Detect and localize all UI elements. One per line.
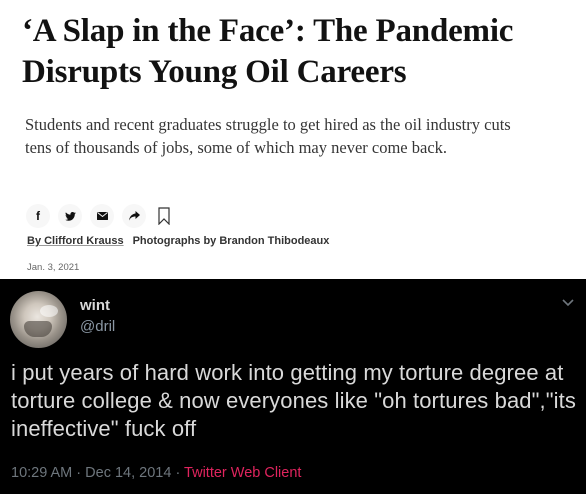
tweet-date[interactable]: Dec 14, 2014 [85,465,171,481]
tweet-handle[interactable]: @dril [80,318,115,335]
meta-separator: · [171,465,185,481]
tweet-time[interactable]: 10:29 AM [11,465,72,481]
tweet-card: wint @dril i put years of hard work into… [0,279,586,494]
tweet-display-name[interactable]: wint [80,297,110,314]
facebook-icon: f [36,209,40,223]
save-article-button[interactable] [156,204,172,228]
twitter-icon [64,211,76,221]
article-summary: Students and recent graduates struggle t… [25,115,511,157]
avatar[interactable] [10,291,67,348]
bookmark-icon [158,207,170,225]
twitter-share-button[interactable] [58,204,82,228]
facebook-share-button[interactable]: f [26,204,50,228]
tweet-client[interactable]: Twitter Web Client [184,465,301,481]
share-toolbar: f [26,204,172,228]
article-headline[interactable]: ‘A Slap in the Face’: The Pandemic Disru… [22,11,582,93]
more-share-button[interactable] [122,204,146,228]
byline-photographer: Photographs by Brandon Thibodeaux [132,235,330,247]
byline-author[interactable]: By Clifford Krauss [27,235,124,247]
chevron-down-icon[interactable] [561,298,575,308]
email-icon [96,212,108,220]
article-card: ‘A Slap in the Face’: The Pandemic Disru… [0,0,586,279]
tweet-text: i put years of hard work into getting my… [11,360,576,441]
share-arrow-icon [128,211,140,221]
byline: By Clifford Krauss Photographs by Brando… [27,235,329,247]
tweet-meta: 10:29 AM · Dec 14, 2014 · Twitter Web Cl… [11,465,301,481]
meta-separator: · [72,465,86,481]
article-date: Jan. 3, 2021 [27,262,80,273]
email-share-button[interactable] [90,204,114,228]
